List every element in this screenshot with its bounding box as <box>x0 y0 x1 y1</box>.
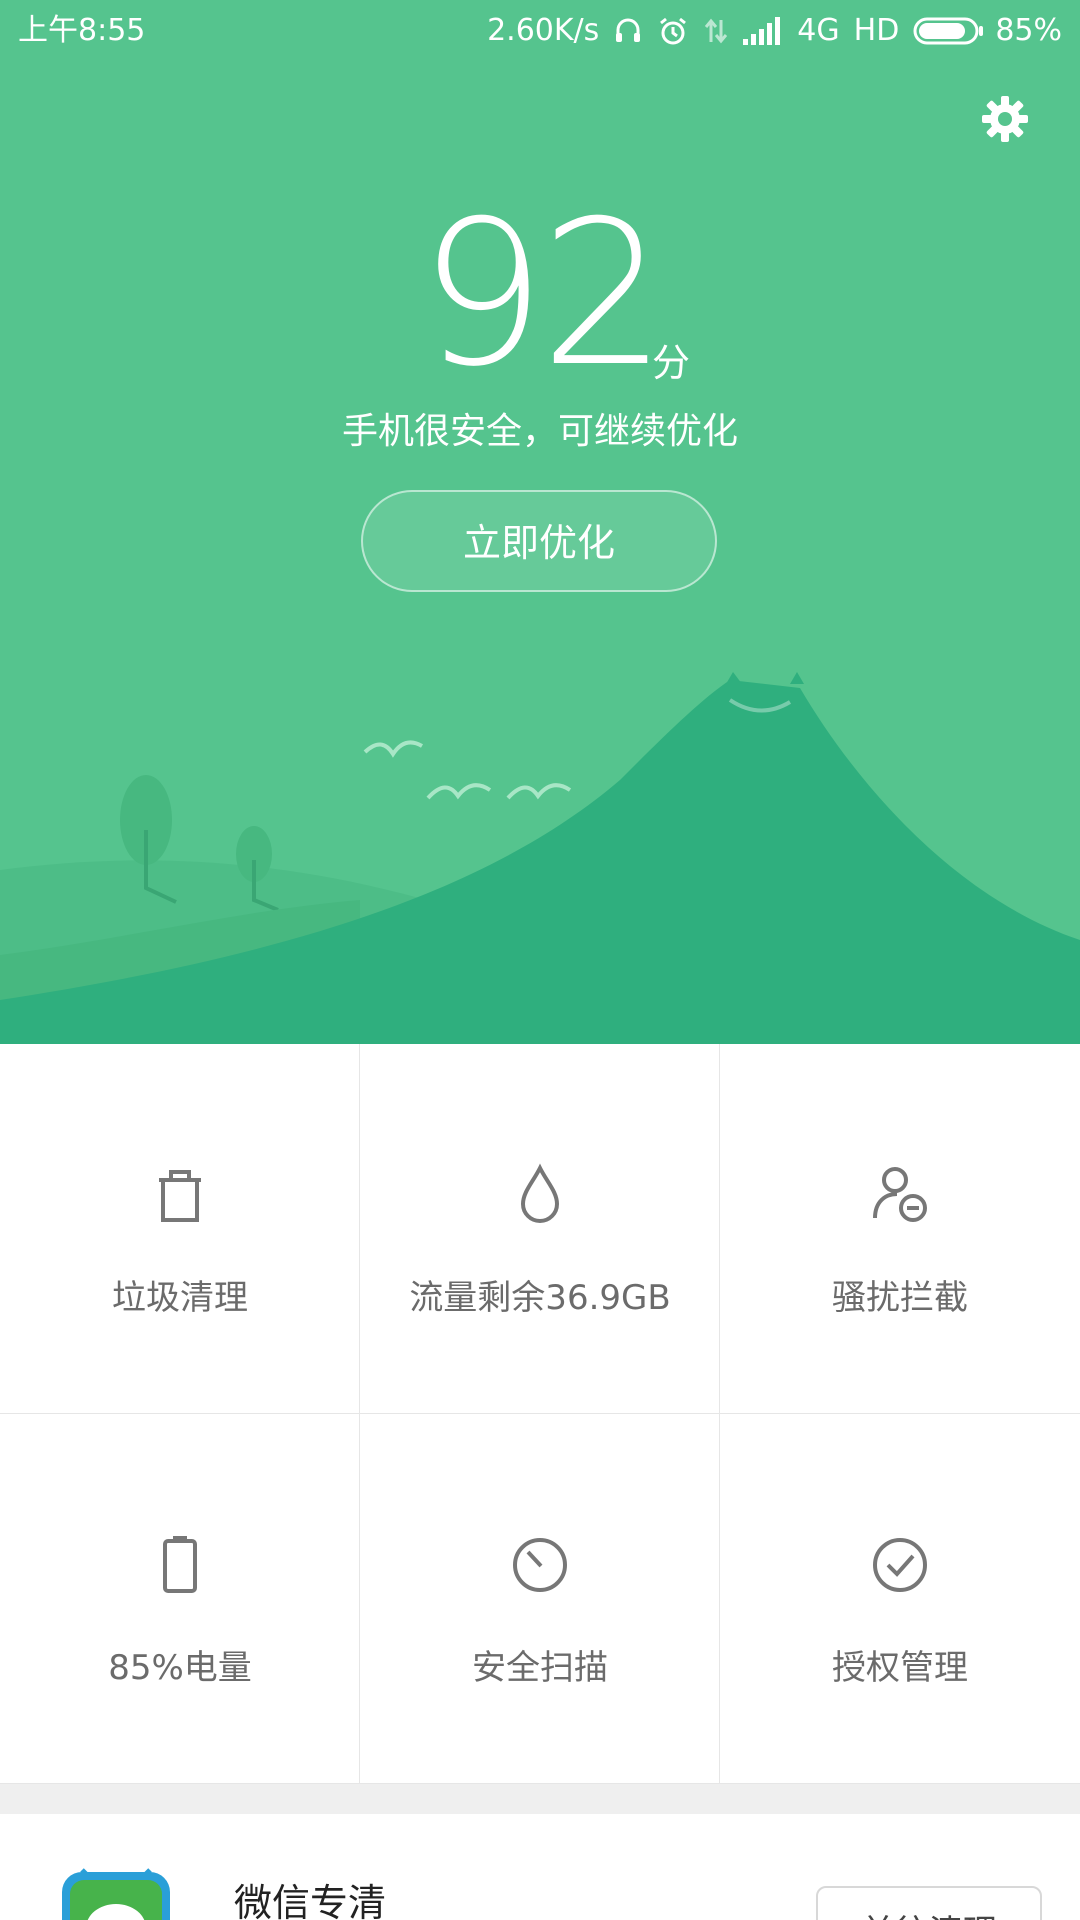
tile-label: 85%电量 <box>108 1648 252 1688</box>
tile-junk-cleanup[interactable]: 垃圾清理 <box>0 1044 360 1414</box>
feature-grid: 垃圾清理 流量剩余36.9GB 骚扰拦截 85%电量 安全扫描 授权管理 <box>0 1044 1080 1784</box>
hd-label: HD <box>853 13 900 48</box>
landscape-illustration <box>0 672 1080 1044</box>
battery-icon <box>163 1536 197 1593</box>
wechat-icon <box>62 1868 170 1920</box>
tile-security-scan[interactable]: 安全扫描 <box>360 1414 720 1784</box>
net-speed: 2.60K/s <box>487 13 600 48</box>
battery-indicator: 85% <box>913 0 1062 62</box>
trash-icon <box>159 1170 201 1222</box>
status-indicators: 2.60K/s 4G HD 85% <box>487 0 1062 62</box>
wechat-clean-card: 微信专清 前往清理 <box>0 1814 1080 1920</box>
go-clean-button[interactable]: 前往清理 <box>816 1886 1042 1920</box>
network-type: 4G <box>797 13 840 48</box>
tile-battery[interactable]: 85%电量 <box>0 1414 360 1784</box>
battery-percent: 85% <box>995 13 1062 48</box>
card-title: 微信专清 <box>234 1881 387 1920</box>
tile-label: 骚扰拦截 <box>832 1278 968 1318</box>
status-bar: 上午8:55 2.60K/s 4G HD 85% <box>0 0 1080 62</box>
gear-icon[interactable] <box>980 94 1030 144</box>
headset-icon <box>613 16 643 46</box>
tile-label: 授权管理 <box>832 1648 968 1688</box>
tile-label: 垃圾清理 <box>112 1278 248 1318</box>
tile-permission-manage[interactable]: 授权管理 <box>720 1414 1080 1784</box>
hero-section: 上午8:55 2.60K/s 4G HD 85% 92 分 手机很安全，可继续优… <box>0 0 1080 1044</box>
tile-harassment-block[interactable]: 骚扰拦截 <box>720 1044 1080 1414</box>
score-unit: 分 <box>652 341 691 385</box>
alarm-icon <box>657 15 689 47</box>
score-display: 92 分 <box>0 178 1080 411</box>
check-circle-icon <box>873 1538 927 1592</box>
data-arrows-icon <box>703 16 729 46</box>
optimize-button[interactable]: 立即优化 <box>361 490 717 592</box>
score-value: 92 <box>418 178 668 411</box>
signal-icon <box>743 17 783 45</box>
section-divider <box>0 1784 1080 1814</box>
tile-label: 安全扫描 <box>472 1648 608 1688</box>
tile-data-usage[interactable]: 流量剩余36.9GB <box>360 1044 720 1414</box>
user-block-icon <box>873 1167 927 1222</box>
battery-icon <box>913 16 985 46</box>
tile-label: 流量剩余36.9GB <box>409 1278 671 1318</box>
status-time: 上午8:55 <box>18 13 146 48</box>
drop-icon <box>520 1163 560 1223</box>
status-message: 手机很安全，可继续优化 <box>341 411 738 452</box>
scan-icon <box>513 1538 567 1592</box>
